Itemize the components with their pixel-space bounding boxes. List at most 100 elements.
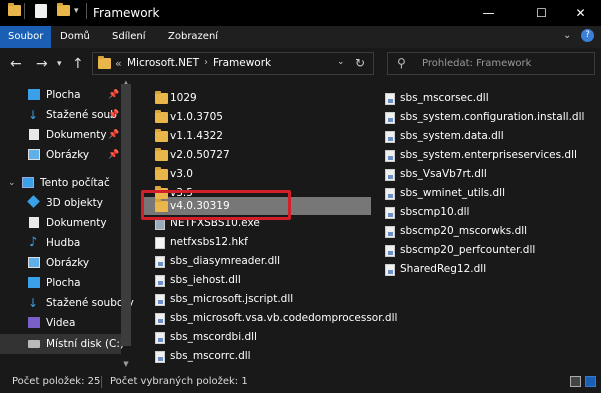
sidebar-item-label: Videa bbox=[46, 317, 76, 329]
chevron-down-icon[interactable]: ⌄ bbox=[337, 57, 345, 67]
dll-icon bbox=[385, 264, 395, 276]
tab-share[interactable]: Sdílení bbox=[104, 26, 154, 48]
file-name: sbs_wminet_utils.dll bbox=[400, 187, 505, 199]
file-name: sbscmp20_perfcounter.dll bbox=[400, 244, 536, 256]
item-count: Počet položek: 25 bbox=[12, 376, 101, 387]
pictures-icon bbox=[28, 257, 40, 268]
file-name: v2.0.50727 bbox=[170, 149, 230, 161]
dll-icon bbox=[385, 131, 395, 143]
sidebar-item-label: Obrázky bbox=[46, 257, 90, 269]
navigation-pane: Plocha 📌 ↓ Stažené soub 📌 Dokumenty 📌 Ob… bbox=[0, 80, 134, 370]
sidebar-item-documents[interactable]: Dokumenty bbox=[0, 213, 120, 233]
desktop-icon bbox=[28, 277, 40, 288]
chevron-down-icon[interactable]: ⌄ bbox=[8, 173, 16, 193]
forward-icon[interactable]: → bbox=[36, 56, 48, 72]
file-name: sbs_mscordbi.dll bbox=[170, 331, 257, 343]
file-name: sbs_system.configuration.install.dll bbox=[400, 111, 585, 123]
sidebar-item-downloads[interactable]: ↓ Stažené soubory bbox=[0, 293, 134, 313]
sidebar-item-label: Dokumenty bbox=[46, 129, 107, 141]
refresh-icon[interactable]: ↻ bbox=[355, 56, 365, 70]
ribbon-tabs: Soubor Domů Sdílení Zobrazení ⌄ ? bbox=[0, 26, 601, 48]
file-icon bbox=[155, 237, 165, 249]
tab-home[interactable]: Domů bbox=[52, 26, 98, 48]
file-name: sbs_microsoft.vsa.vb.codedomprocessor.dl… bbox=[170, 312, 398, 324]
sidebar-item-downloads-pinned[interactable]: ↓ Stažené soub 📌 bbox=[0, 105, 120, 125]
breadcrumb-framework[interactable]: Framework bbox=[213, 57, 271, 69]
tab-view[interactable]: Zobrazení bbox=[160, 26, 226, 48]
title-bar: ▾ Framework — ☐ ✕ bbox=[0, 0, 601, 26]
recent-locations-icon[interactable]: ▾ bbox=[57, 59, 62, 69]
search-icon: ⚲ bbox=[397, 56, 406, 70]
dll-icon bbox=[385, 226, 395, 238]
dll-icon bbox=[155, 351, 165, 363]
address-bar[interactable]: « Microsoft.NET › Framework ⌄ ↻ bbox=[92, 52, 374, 75]
divider bbox=[86, 3, 87, 19]
search-input[interactable]: Prohledat: Framework bbox=[422, 58, 531, 69]
sidebar-item-3d-objects[interactable]: 3D objekty bbox=[0, 193, 120, 213]
dll-icon bbox=[385, 207, 395, 219]
expand-ribbon-icon[interactable]: ⌄ bbox=[563, 30, 571, 41]
file-name: v3.0 bbox=[170, 168, 193, 180]
breadcrumb-microsoft-net[interactable]: Microsoft.NET bbox=[127, 57, 199, 69]
file-name: v1.1.4322 bbox=[170, 130, 223, 142]
quick-access-dropdown-icon[interactable]: ▾ bbox=[74, 6, 79, 16]
folder-icon bbox=[155, 91, 168, 104]
path-overflow[interactable]: « bbox=[115, 57, 122, 70]
tab-file[interactable]: Soubor bbox=[0, 26, 52, 48]
computer-icon bbox=[22, 177, 34, 188]
folder-icon bbox=[155, 110, 168, 123]
back-icon[interactable]: ← bbox=[10, 56, 22, 72]
properties-icon[interactable] bbox=[35, 4, 47, 18]
dll-icon bbox=[385, 93, 395, 105]
sidebar-item-local-disk[interactable]: Místní disk (C:) bbox=[0, 334, 124, 354]
sidebar-item-desktop[interactable]: Plocha bbox=[0, 273, 120, 293]
sidebar-scrollbar-thumb[interactable] bbox=[121, 84, 131, 346]
file-name: sbscmp10.dll bbox=[400, 206, 470, 218]
pin-icon[interactable]: 📌 bbox=[108, 125, 119, 145]
search-box[interactable]: ⚲ Prohledat: Framework bbox=[387, 52, 595, 75]
dll-icon bbox=[155, 275, 165, 287]
sidebar-item-this-pc[interactable]: ⌄ Tento počítač bbox=[0, 173, 120, 193]
desktop-icon bbox=[28, 89, 40, 100]
video-icon bbox=[28, 317, 40, 328]
download-icon: ↓ bbox=[28, 108, 39, 122]
sidebar-item-label: Dokumenty bbox=[46, 217, 107, 229]
pin-icon[interactable]: 📌 bbox=[108, 145, 119, 165]
dll-icon bbox=[385, 112, 395, 124]
folder-icon bbox=[8, 3, 21, 16]
pin-icon[interactable]: 📌 bbox=[108, 85, 119, 105]
sidebar-item-label: 3D objekty bbox=[46, 197, 103, 209]
file-name: netfxsbs12.hkf bbox=[170, 236, 248, 248]
large-icons-view-icon[interactable] bbox=[585, 376, 596, 387]
minimize-button[interactable]: — bbox=[466, 0, 511, 26]
file-name: sbs_microsoft.jscript.dll bbox=[170, 293, 294, 305]
folder-icon bbox=[155, 129, 168, 142]
sidebar-item-pictures-pinned[interactable]: Obrázky 📌 bbox=[0, 145, 120, 165]
highlight-annotation-box bbox=[141, 190, 291, 220]
sidebar-item-label: Obrázky bbox=[46, 149, 90, 161]
help-icon[interactable]: ? bbox=[581, 29, 594, 42]
file-name: sbs_diasymreader.dll bbox=[170, 255, 281, 267]
sidebar-item-videos[interactable]: Videa bbox=[0, 313, 120, 333]
dll-icon bbox=[155, 294, 165, 306]
up-icon[interactable]: ↑ bbox=[72, 56, 84, 72]
dll-icon bbox=[385, 188, 395, 200]
divider bbox=[24, 3, 25, 19]
documents-icon bbox=[29, 129, 39, 140]
scroll-down-icon[interactable]: ▼ bbox=[121, 360, 131, 368]
file-name: sbs_mscorsec.dll bbox=[400, 92, 489, 104]
sidebar-item-music[interactable]: ♪ Hudba bbox=[0, 233, 120, 253]
dll-icon bbox=[385, 245, 395, 257]
pin-icon[interactable]: 📌 bbox=[108, 105, 119, 125]
sidebar-item-desktop-pinned[interactable]: Plocha 📌 bbox=[0, 85, 120, 105]
sidebar-item-pictures[interactable]: Obrázky bbox=[0, 253, 120, 273]
chevron-right-icon: › bbox=[204, 57, 208, 68]
details-view-icon[interactable] bbox=[570, 376, 581, 387]
close-button[interactable]: ✕ bbox=[558, 0, 601, 26]
file-name: sbscmp20_mscorwks.dll bbox=[400, 225, 528, 237]
sidebar-item-documents-pinned[interactable]: Dokumenty 📌 bbox=[0, 125, 120, 145]
new-folder-icon[interactable] bbox=[57, 3, 70, 16]
music-icon: ♪ bbox=[29, 235, 38, 250]
file-name: SharedReg12.dll bbox=[400, 263, 487, 275]
documents-icon bbox=[29, 217, 39, 228]
